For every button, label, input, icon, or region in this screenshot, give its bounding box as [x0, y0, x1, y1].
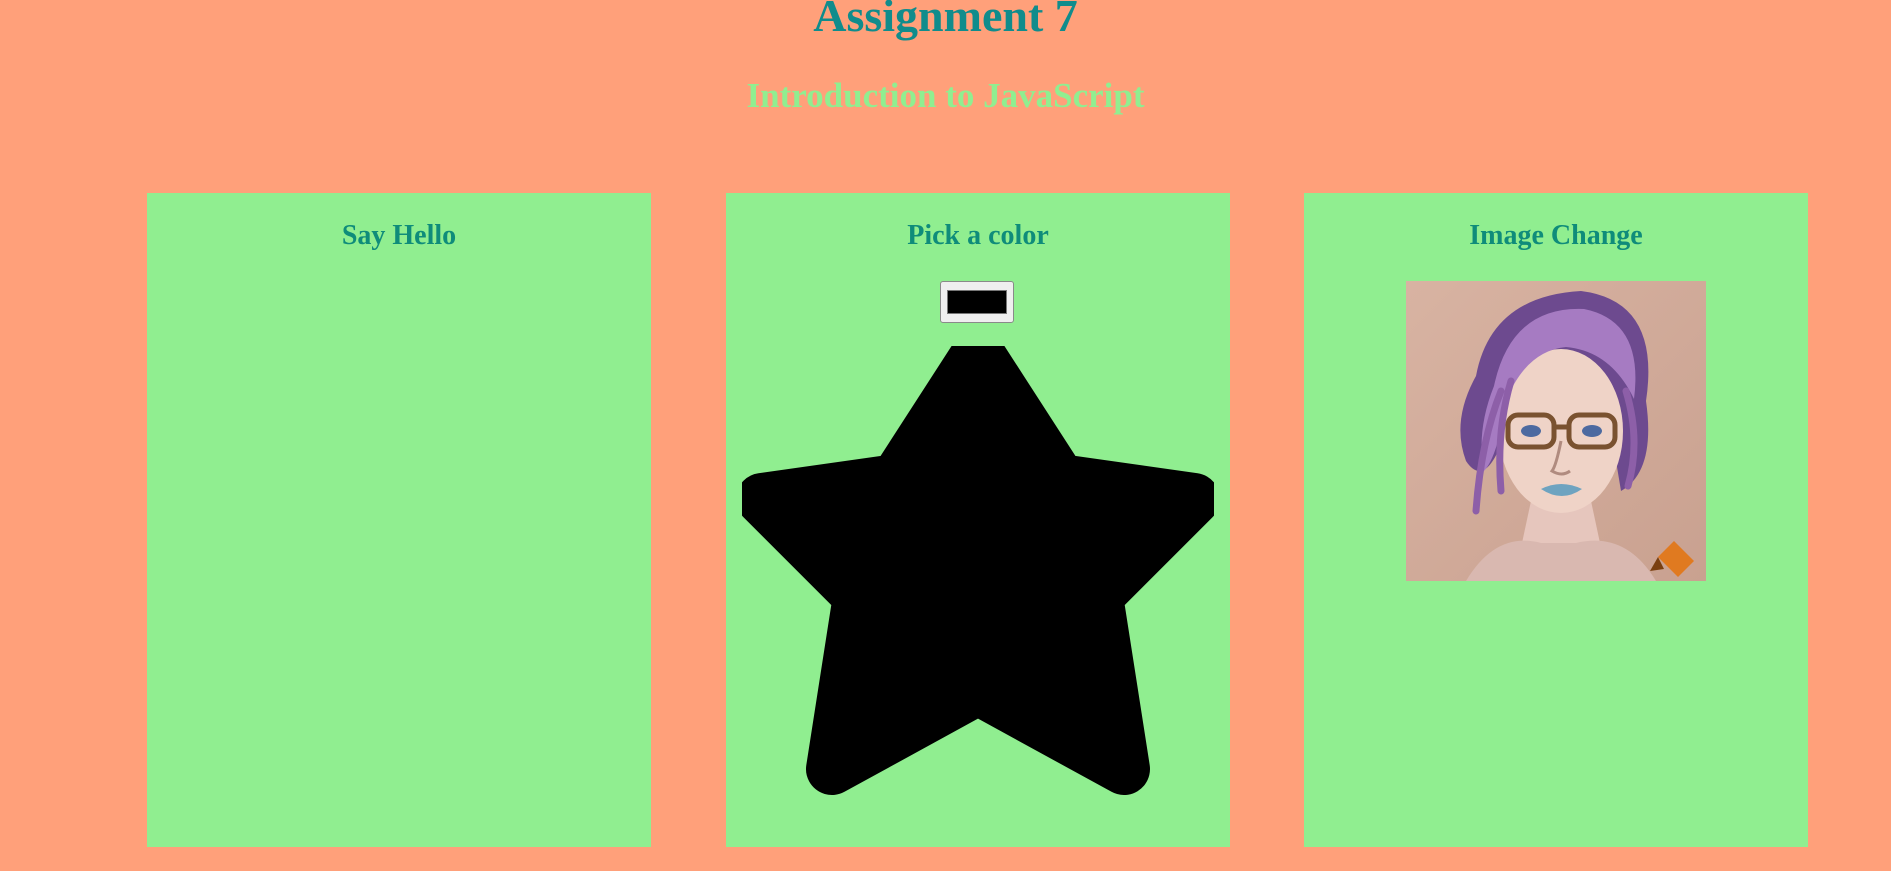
image-change-card: Image Change: [1304, 193, 1808, 847]
say-hello-title: Say Hello: [341, 220, 457, 251]
star-shape: [742, 346, 1214, 795]
portrait-eye-right: [1582, 425, 1602, 437]
portrait-eye-left: [1521, 425, 1541, 437]
page-subtitle: Introduction to JavaScript: [746, 76, 1145, 115]
color-picker-input[interactable]: [940, 281, 1014, 323]
color-swatch: [947, 290, 1007, 314]
page-title: Assignment 7: [813, 0, 1078, 41]
image-change-title: Image Change: [1469, 220, 1643, 251]
star-icon: [742, 346, 1214, 795]
portrait-image[interactable]: [1406, 281, 1706, 581]
say-hello-card: Say Hello: [147, 193, 651, 847]
pick-color-card: Pick a color: [726, 193, 1230, 847]
pick-color-title: Pick a color: [907, 220, 1049, 251]
